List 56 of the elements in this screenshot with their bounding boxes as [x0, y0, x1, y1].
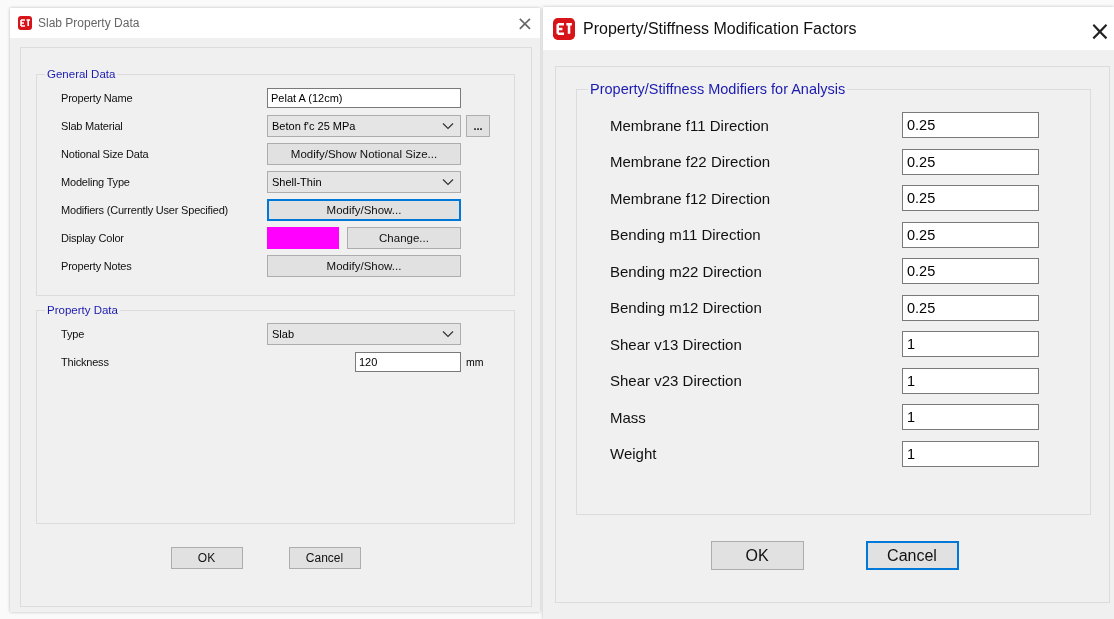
cancel-button[interactable]: Cancel [865, 541, 959, 570]
dropdown[interactable]: Shell-Thin [267, 171, 461, 193]
group-title: Property Data [46, 304, 119, 316]
field-label: Membrane f12 Direction [610, 189, 772, 207]
dropdown[interactable]: Slab [267, 323, 461, 345]
close-button[interactable]: × [1086, 15, 1114, 42]
modify-button[interactable]: Modify/Show Notional Size... [267, 143, 461, 165]
text-field[interactable]: 1 [902, 367, 1039, 394]
field-label: Bending m22 Direction [610, 262, 763, 280]
field-label: Bending m11 Direction [610, 226, 762, 244]
field-label: Bending m12 Direction [610, 299, 763, 317]
text-field[interactable]: 1 [902, 331, 1039, 358]
text-field[interactable]: 120 [355, 352, 461, 372]
field-label: Membrane f11 Direction [610, 116, 770, 134]
field-label: Modeling Type [61, 176, 131, 188]
window-title: Property/Stiffness Modification Factors [583, 19, 858, 38]
field-label: Modifiers (Currently User Specified) [61, 204, 230, 216]
text-field[interactable]: Pelat A (12cm) [267, 88, 461, 108]
group-title: Property/Stiffness Modifiers for Analysis [589, 81, 847, 97]
text-field[interactable]: 0.25 [902, 221, 1039, 248]
unit-label: mm [466, 356, 484, 368]
dropdown[interactable]: Beton f'c 25 MPa [267, 115, 461, 137]
browse-button[interactable]: ... [466, 115, 490, 137]
field-label: Shear v13 Direction [610, 335, 743, 353]
ok-button[interactable]: OK [170, 547, 243, 569]
field-label: Shear v23 Direction [610, 372, 743, 390]
text-field[interactable]: 0.25 [902, 148, 1039, 175]
app-logo-icon [553, 17, 575, 40]
window-title: Slab Property Data [38, 16, 141, 30]
field-label: Mass [610, 408, 647, 426]
field-label: Thickness [61, 356, 110, 368]
group-title: General Data [46, 68, 117, 80]
app-logo-icon [18, 16, 32, 30]
change-button[interactable]: Change... [347, 227, 461, 249]
field-label: Weight [610, 445, 658, 463]
field-label: Notional Size Data [61, 148, 150, 160]
field-label: Display Color [61, 232, 125, 244]
text-field[interactable]: 0.25 [902, 112, 1039, 139]
text-field[interactable]: 1 [902, 440, 1039, 467]
chevron-down-icon [442, 122, 454, 130]
text-field[interactable]: 0.25 [902, 258, 1039, 285]
modify-button[interactable]: Modify/Show... [267, 255, 461, 277]
modify-button[interactable]: Modify/Show... [267, 199, 461, 221]
close-button[interactable]: × [510, 10, 540, 36]
text-field[interactable]: 0.25 [902, 185, 1039, 212]
chevron-down-icon [442, 330, 454, 338]
field-label: Membrane f22 Direction [610, 153, 772, 171]
field-label: Type [61, 328, 86, 340]
ok-button[interactable]: OK [710, 541, 804, 570]
field-label: Slab Material [61, 120, 124, 132]
text-field[interactable]: 1 [902, 404, 1039, 431]
chevron-down-icon [442, 178, 454, 186]
field-label: Property Name [61, 92, 134, 104]
field-label: Property Notes [61, 260, 133, 272]
text-field[interactable]: 0.25 [902, 294, 1039, 321]
cancel-button[interactable]: Cancel [288, 547, 361, 569]
